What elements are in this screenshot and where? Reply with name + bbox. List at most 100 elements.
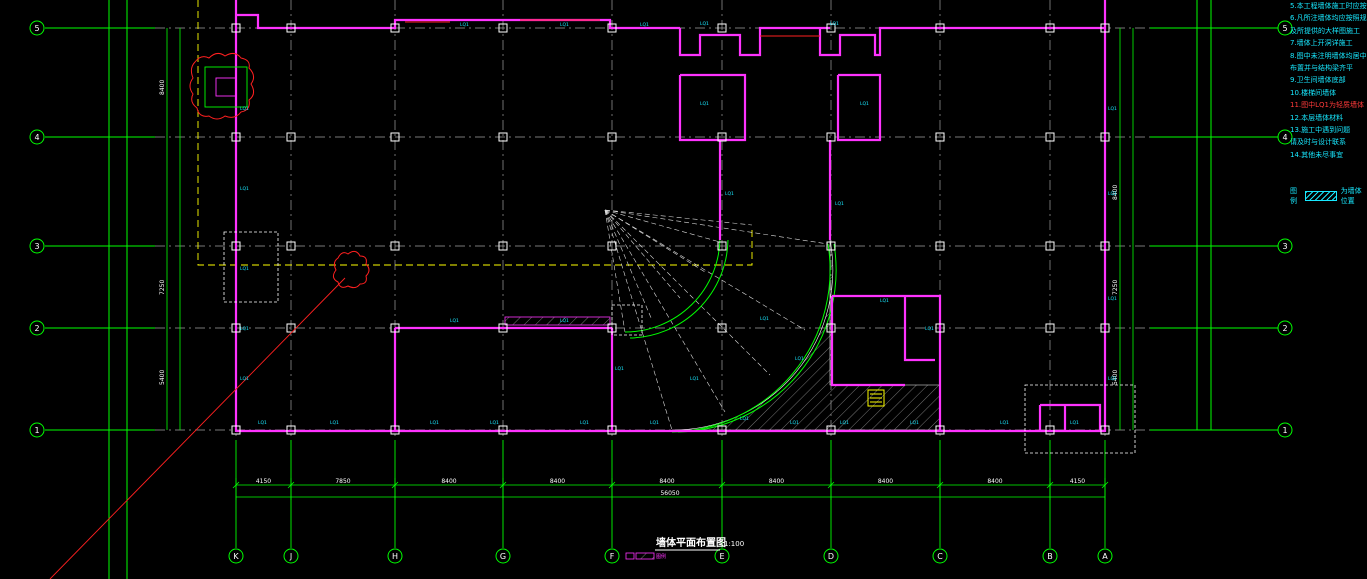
grid-axis-lines [45, 27, 1278, 548]
hatched-floor-area [671, 239, 941, 431]
bay-dimension: 8400 [550, 478, 565, 485]
drawing-title-block: 墙体平面布置图 1:100 图例 [625, 536, 744, 560]
axis-label-col: A [1102, 552, 1108, 561]
legend-label: 图例 [1290, 187, 1297, 205]
wall-tag: LQ1 [835, 201, 844, 207]
wall-tag: LQ1 [240, 326, 249, 332]
axis-label-row: 1 [34, 426, 39, 435]
cad-drawing-canvas[interactable]: 4150 7850 8400 8400 8400 8400 8400 8400 4150 5605… [0, 0, 1367, 579]
wall-tag: LQ1 [1070, 420, 1079, 426]
bay-dimension: 8400 [441, 478, 456, 485]
note-line: 8.图中未注明墙体均居中 [1290, 51, 1367, 60]
svg-text:7250: 7250 [1112, 280, 1119, 295]
bay-dimension: 7850 [335, 478, 350, 485]
wall-tag: LQ1 [725, 191, 734, 197]
bay-dimension: 4150 [256, 478, 271, 485]
note-line: 请及时与设计联系 [1290, 138, 1346, 147]
dimension-chain-left [166, 28, 1134, 430]
axis-label-col: E [719, 552, 724, 561]
wall-tag: LQ1 [910, 420, 919, 426]
wall-tag: LQ1 [450, 318, 459, 324]
note-line: 及所提供的大样图施工 [1290, 26, 1360, 35]
note-line: 12.本层墙体材料 [1290, 113, 1344, 122]
wall-tag: LQ1 [240, 266, 249, 272]
wall-tag: LQ1 [240, 106, 249, 112]
left-vertical-dims: 5400 7250 8400 5400 7250 8400 [159, 80, 1119, 385]
wall-tag: LQ1 [880, 298, 889, 304]
wall-tag: LQ1 [740, 416, 749, 422]
note-line: 6.凡所注墙体均应按照规范 [1290, 14, 1367, 23]
grid-centerlines [155, 0, 1150, 440]
bay-dimension: 8400 [878, 478, 893, 485]
general-notes-panel: 5.本工程墙体施工时应按 6.凡所注墙体均应按照规范 及所提供的大样图施工 7.墙体… [1290, 0, 1367, 200]
wall-tag: LQ1 [240, 186, 249, 192]
note-line: 9.卫生间墙体底部 [1290, 76, 1346, 85]
total-dimension: 56050 [660, 490, 679, 497]
axis-label-col: C [937, 552, 943, 561]
wall-tag: LQ1 [240, 376, 249, 382]
wall-tag: LQ1 [700, 21, 709, 27]
yellow-boundary [197, 0, 753, 266]
note-line: 11.图中LQ1为轻质墙体 [1290, 101, 1364, 110]
wall-tag: LQ1 [640, 22, 649, 28]
walls [234, 0, 1107, 433]
axis-label-row: 5 [34, 24, 39, 33]
beam-strip [504, 316, 611, 326]
wall-tag-labels: LQ1 LQ1 LQ1 LQ1 LQ1 LQ1 LQ1 LQ1 LQ1 LQ1 LQ1 LQ1 LQ1 L… [240, 21, 1117, 426]
drawing-scale: 1:100 [724, 540, 744, 548]
bay-dimension: 8400 [769, 478, 784, 485]
svg-text:8400: 8400 [159, 80, 166, 95]
red-leader-line [49, 277, 346, 579]
svg-text:7250: 7250 [159, 280, 166, 295]
dimension-texts: 4150 7850 8400 8400 8400 8400 8400 8400 4150 5605… [256, 478, 1085, 497]
axis-label-col: F [610, 552, 615, 561]
wall-tag: LQ1 [790, 420, 799, 426]
bay-dimension: 8400 [987, 478, 1002, 485]
wall-tag: LQ1 [840, 420, 849, 426]
structural-columns [231, 23, 1110, 435]
legend-hatch-swatch [1304, 191, 1337, 201]
note-line: 13.施工中遇到问题 [1290, 126, 1351, 135]
wall-tag: LQ1 [1108, 191, 1117, 197]
svg-text:5400: 5400 [159, 370, 166, 385]
title-legend-note: 图例 [656, 553, 666, 560]
wall-tag: LQ1 [615, 366, 624, 372]
note-line: 10.楼梯间墙体 [1290, 88, 1337, 97]
wall-tag: LQ1 [1108, 296, 1117, 302]
note-line: 5.本工程墙体施工时应按 [1290, 2, 1367, 10]
wall-tag: LQ1 [760, 316, 769, 322]
axis-label-row: 3 [34, 242, 39, 251]
axis-label-col: H [392, 552, 398, 561]
axis-label-row: 5 [1282, 24, 1287, 33]
wall-tag: LQ1 [700, 101, 709, 107]
note-line: 7.墙体上开洞详施工 [1290, 39, 1353, 48]
wall-tag: LQ1 [490, 420, 499, 426]
axis-label-row: 2 [1282, 324, 1287, 333]
wall-tag: LQ1 [258, 420, 267, 426]
wall-tag: LQ1 [430, 420, 439, 426]
note-line: 布置并与结构梁齐平 [1290, 64, 1353, 73]
revision-clouds [189, 52, 370, 289]
wall-tag: LQ1 [1108, 106, 1117, 112]
axis-label-col: K [233, 552, 239, 561]
wall-tag: LQ1 [1000, 420, 1009, 426]
bay-dimension: 4150 [1070, 478, 1085, 485]
wall-tag: LQ1 [690, 376, 699, 382]
detail-callouts [223, 231, 1136, 454]
wall-tag: LQ1 [795, 356, 804, 362]
wall-tag: LQ1 [460, 22, 469, 28]
legend-row: 图例 为墙体位置 [1290, 186, 1367, 206]
axis-label-row: 3 [1282, 242, 1287, 251]
axis-label-col: D [828, 552, 834, 561]
axis-label-row: 2 [34, 324, 39, 333]
wall-tag: LQ1 [580, 420, 589, 426]
wall-tag: LQ1 [860, 101, 869, 107]
bay-dimension: 8400 [659, 478, 674, 485]
wall-tag: LQ1 [560, 318, 569, 324]
wall-tag: LQ1 [650, 420, 659, 426]
axis-label-row: 1 [1282, 426, 1287, 435]
wall-tag: LQ1 [330, 420, 339, 426]
axis-label-col: B [1047, 552, 1053, 561]
axis-label-row: 4 [34, 133, 39, 142]
axis-label-row: 4 [1282, 133, 1287, 142]
